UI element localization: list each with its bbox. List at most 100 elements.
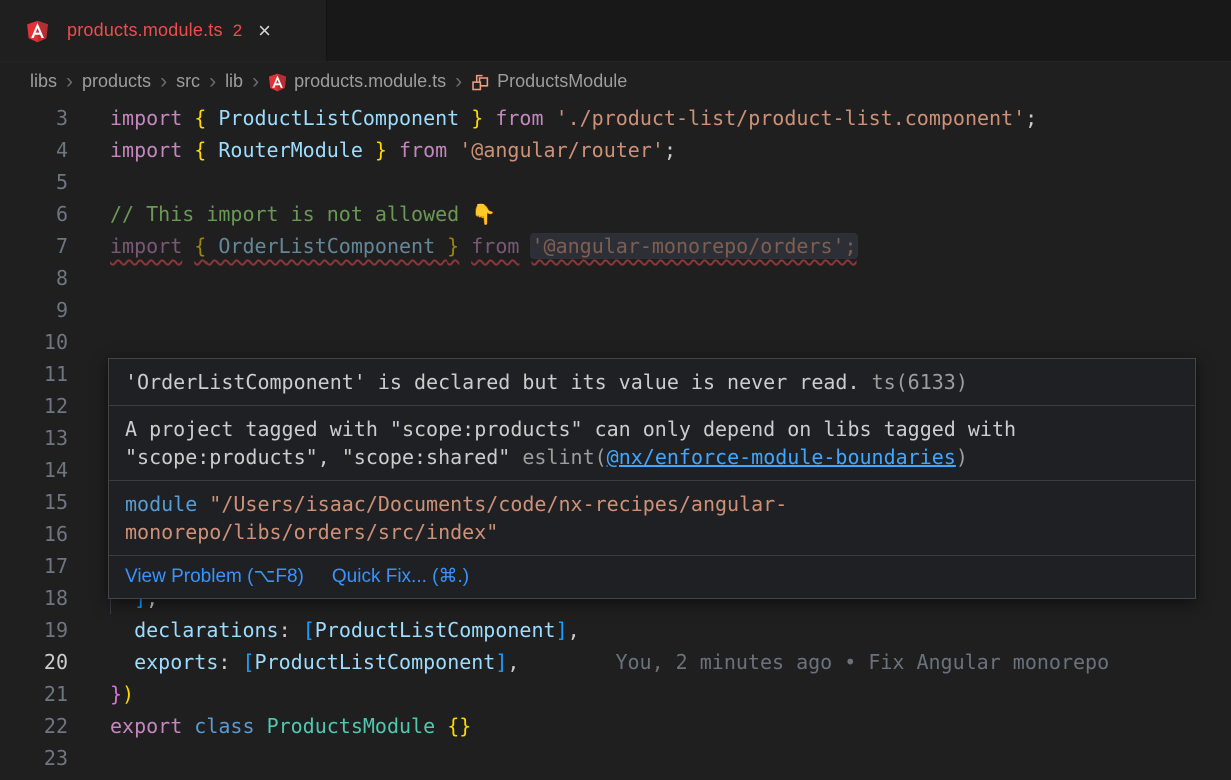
line-number[interactable]: 17	[0, 550, 68, 582]
code-token: ]	[495, 650, 507, 674]
breadcrumb-filename[interactable]: products.module.ts	[294, 71, 446, 92]
chevron-right-icon: ›	[209, 71, 216, 92]
code-line-22: 22 export class ProductsModule {}	[0, 710, 1231, 742]
line-number[interactable]: 18	[0, 582, 68, 614]
line-number[interactable]: 20	[0, 646, 68, 678]
angular-icon	[26, 20, 49, 43]
code-token: ProductListComponent	[206, 106, 471, 130]
code-line-5: 5	[0, 166, 1231, 198]
tab-problem-count: 2	[233, 21, 242, 41]
code-token: RouterModule	[206, 138, 375, 162]
code-text[interactable]: import { OrderListComponent } from '@ang…	[110, 230, 857, 262]
breadcrumb-products[interactable]: products	[82, 71, 151, 92]
module-path-info: module "/Users/isaac/Documents/code/nx-r…	[109, 481, 1195, 556]
code-token: }	[447, 234, 459, 258]
editor-tab[interactable]: products.module.ts 2 ×	[0, 0, 327, 61]
code-token: {}	[447, 714, 471, 738]
angular-icon	[268, 73, 287, 92]
code-token: from	[399, 138, 447, 162]
breadcrumb-libs[interactable]: libs	[30, 71, 57, 92]
code-text[interactable]: export class ProductsModule {}	[110, 710, 471, 742]
breadcrumb-symbol[interactable]: ProductsModule	[497, 71, 627, 92]
chevron-right-icon: ›	[252, 71, 259, 92]
code-text[interactable]: import { ProductListComponent } from './…	[110, 102, 1037, 134]
code-token	[291, 618, 303, 642]
chevron-right-icon: ›	[455, 71, 462, 92]
code-line-4: 4 import { RouterModule } from '@angular/…	[0, 134, 1231, 166]
code-line-9: 9	[0, 294, 1231, 326]
eslint-source-prefix: eslint(	[522, 445, 606, 469]
view-problem-action[interactable]: View Problem (⌥F8)	[125, 564, 304, 590]
code-token: ;	[664, 138, 676, 162]
module-keyword: module	[125, 492, 197, 516]
code-token	[182, 106, 194, 130]
line-number[interactable]: 5	[0, 166, 68, 198]
line-number[interactable]: 4	[0, 134, 68, 166]
code-token	[230, 650, 242, 674]
line-number[interactable]: 22	[0, 710, 68, 742]
code-token: [	[242, 650, 254, 674]
code-token: {	[194, 106, 206, 130]
code-token	[447, 138, 459, 162]
code-line-8: 8	[0, 262, 1231, 294]
code-token: ,	[568, 618, 580, 642]
code-token: import	[110, 234, 182, 258]
quick-fix-action[interactable]: Quick Fix... (⌘.)	[332, 564, 469, 590]
line-number[interactable]: 12	[0, 390, 68, 422]
eslint-message-line2-text: "scope:products", "scope:shared"	[125, 445, 522, 469]
eslint-source-suffix: )	[956, 445, 968, 469]
code-token	[435, 714, 447, 738]
code-token: }	[471, 106, 483, 130]
code-token: class	[194, 714, 254, 738]
breadcrumb: libs › products › src › lib › products.m…	[0, 62, 1231, 100]
code-token: ,	[507, 650, 519, 674]
tab-bar: products.module.ts 2 ×	[0, 0, 1231, 62]
code-token: import	[110, 106, 182, 130]
breadcrumb-src[interactable]: src	[176, 71, 200, 92]
line-number[interactable]: 6	[0, 198, 68, 230]
code-token: '@angular/router'	[459, 138, 664, 162]
code-line-20: 20 exports: [ProductListComponent],You, …	[0, 646, 1231, 678]
line-number[interactable]: 19	[0, 614, 68, 646]
code-token: from	[495, 106, 543, 130]
code-token: ProductListComponent	[255, 650, 496, 674]
line-number[interactable]: 8	[0, 262, 68, 294]
tab-close-icon[interactable]: ×	[258, 20, 271, 42]
line-number[interactable]: 21	[0, 678, 68, 710]
code-text[interactable]: // This import is not allowed 👇	[110, 198, 496, 230]
code-token: {	[194, 234, 206, 258]
code-token	[544, 106, 556, 130]
line-number[interactable]: 7	[0, 230, 68, 262]
code-token: import	[110, 138, 182, 162]
code-token: exports	[134, 650, 218, 674]
code-token: [	[303, 618, 315, 642]
code-text[interactable]: import { RouterModule } from '@angular/r…	[110, 134, 676, 166]
line-number[interactable]: 9	[0, 294, 68, 326]
breadcrumb-lib[interactable]: lib	[225, 71, 243, 92]
class-symbol-icon	[471, 73, 490, 92]
line-number[interactable]: 10	[0, 326, 68, 358]
eslint-message-line2: "scope:products", "scope:shared" eslint(…	[125, 443, 1179, 471]
eslint-rule-link[interactable]: @nx/enforce-module-boundaries	[607, 445, 956, 469]
line-number[interactable]: 14	[0, 454, 68, 486]
code-editor[interactable]: 3 import { ProductListComponent } from '.…	[0, 100, 1231, 774]
code-token: '@angular-monorepo/orders';	[531, 234, 856, 258]
code-token: ]	[556, 618, 568, 642]
line-number[interactable]: 3	[0, 102, 68, 134]
code-token	[519, 234, 531, 258]
line-number[interactable]: 23	[0, 742, 68, 774]
line-number[interactable]: 16	[0, 518, 68, 550]
code-token: export	[110, 714, 182, 738]
code-text[interactable]: declarations: [ProductListComponent],	[110, 614, 580, 646]
code-line-23: 23	[0, 742, 1231, 774]
code-token	[387, 138, 399, 162]
code-line-7: 7 import { OrderListComponent } from '@an…	[0, 230, 1231, 262]
line-number[interactable]: 15	[0, 486, 68, 518]
code-token: :	[218, 650, 230, 674]
line-number[interactable]: 11	[0, 358, 68, 390]
code-token: {	[194, 138, 206, 162]
code-token: :	[279, 618, 291, 642]
line-number[interactable]: 13	[0, 422, 68, 454]
code-text[interactable]: exports: [ProductListComponent],You, 2 m…	[110, 646, 1109, 678]
code-text[interactable]: })	[110, 678, 134, 710]
